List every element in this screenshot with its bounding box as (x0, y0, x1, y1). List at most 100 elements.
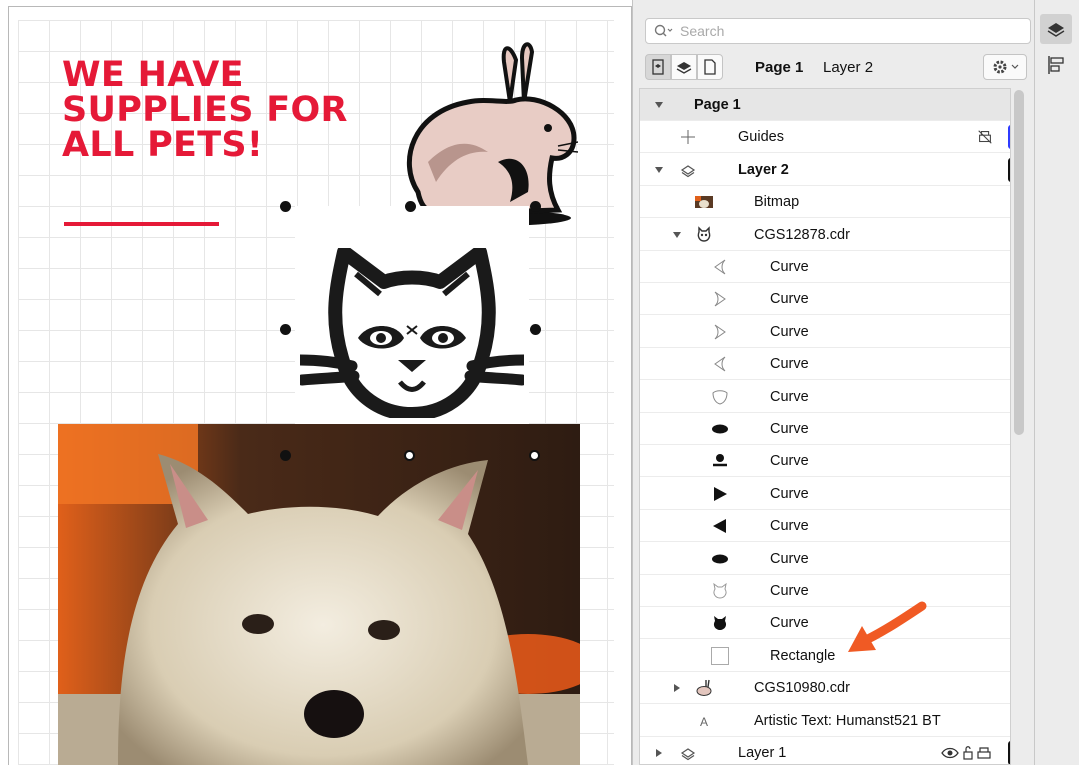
tree-row[interactable]: Curve (640, 543, 1010, 575)
expand-down-icon[interactable] (672, 230, 682, 240)
tree-row[interactable]: Curve (640, 251, 1010, 283)
tree-row[interactable]: Curve (640, 413, 1010, 445)
curve-ellipse-filled-icon (712, 424, 728, 434)
tree-row-label: Curve (770, 551, 809, 567)
selection-handle[interactable] (280, 201, 291, 212)
tree-row[interactable]: Layer 1 (640, 737, 1010, 764)
tree-row-label: Curve (770, 518, 809, 534)
search-placeholder: Search (680, 23, 725, 39)
expand-down-icon[interactable] (654, 165, 664, 175)
layers-icon (676, 62, 692, 74)
headline-line: SUPPLIES FOR (62, 90, 348, 130)
rabbit-clipart[interactable] (398, 42, 578, 228)
tree-row[interactable]: Curve (640, 283, 1010, 315)
page-view-button[interactable] (697, 54, 723, 80)
curve-cat-outline-icon (713, 582, 727, 599)
docker-tab-strip (1034, 0, 1079, 765)
tree-row[interactable]: Curve (640, 348, 1010, 380)
page-layers-icon (652, 59, 664, 75)
docker-options-button[interactable] (983, 54, 1027, 80)
tree-row-label: CGS10980.cdr (754, 680, 850, 696)
align-docker-tab[interactable] (1040, 50, 1072, 80)
layer-color-swatch[interactable] (1008, 158, 1010, 182)
layers-icon (1047, 23, 1065, 37)
search-input[interactable]: Search (645, 18, 1031, 44)
selection-handle[interactable] (280, 450, 291, 461)
tree-row-label: Curve (770, 291, 809, 307)
tree-row-label: Curve (770, 421, 809, 437)
tree-row-label: Rectangle (770, 648, 836, 664)
curve-right-ear-outline-icon (714, 324, 726, 340)
non-printable-icon[interactable] (976, 128, 994, 146)
layer-icon (680, 748, 696, 761)
tree-row[interactable]: Curve (640, 510, 1010, 542)
guides-icon (681, 130, 695, 144)
headline-underline[interactable] (64, 222, 219, 226)
curve-right-ear-outline-icon (714, 291, 726, 307)
page-icon (704, 59, 716, 75)
tree-row[interactable]: CGS12878.cdr (640, 219, 1010, 251)
current-layer-label: Layer 2 (823, 59, 874, 76)
tree-row[interactable]: Curve (640, 478, 1010, 510)
curve-triangle-right-filled-icon (714, 487, 727, 501)
cat-clipart[interactable] (300, 248, 524, 418)
tree-row[interactable]: Page 1 (640, 89, 1010, 121)
expand-right-icon[interactable] (654, 748, 664, 758)
headline-artistic-text[interactable]: WE HAVE SUPPLIES FOR ALL PETS! (62, 58, 392, 163)
tree-row[interactable]: Rectangle (640, 640, 1010, 672)
show-current-page-button[interactable] (645, 54, 671, 80)
object-tree: Page 1 Guides Layer 2 Bitmap CGS12878.cdr Cur… (639, 88, 1011, 765)
dog-bitmap[interactable] (58, 424, 580, 765)
curve-triangle-left-filled-icon (713, 519, 726, 533)
tree-row[interactable]: Curve (640, 381, 1010, 413)
tree-row-label: CGS12878.cdr (754, 227, 850, 243)
tree-row-label: Page 1 (694, 97, 741, 113)
layer-color-swatch[interactable] (1008, 741, 1010, 764)
tree-row[interactable]: Guides (640, 121, 1010, 153)
curve-left-ear-outline-icon (714, 356, 726, 372)
selection-handle[interactable] (405, 201, 416, 212)
tree-row[interactable]: Bitmap (640, 186, 1010, 218)
tree-row[interactable]: Curve (640, 316, 1010, 348)
curve-nose-filled-icon (713, 454, 727, 467)
curve-shield-outline-icon (712, 390, 728, 405)
tree-row-label: Curve (770, 615, 809, 631)
tree-row[interactable]: Curve (640, 445, 1010, 477)
tree-row-label: Curve (770, 389, 809, 405)
selection-handle[interactable] (529, 450, 540, 461)
tree-row-label: Curve (770, 486, 809, 502)
rectangle-outline-icon (711, 647, 729, 665)
tree-row[interactable]: A Artistic Text: Humanst521 BT (640, 705, 1010, 737)
tree-row[interactable]: Layer 2 (640, 154, 1010, 186)
layer-color-swatch[interactable] (1008, 125, 1010, 149)
selection-handle[interactable] (404, 450, 415, 461)
selection-handle[interactable] (280, 324, 291, 335)
tree-row[interactable]: CGS10980.cdr (640, 672, 1010, 704)
selection-handle[interactable] (530, 324, 541, 335)
text-a-icon: A (700, 715, 708, 729)
search-icon (654, 24, 673, 37)
tree-row-label: Artistic Text: Humanst521 BT (754, 713, 941, 729)
current-page-label: Page 1 (755, 59, 804, 76)
tree-row[interactable]: Curve (640, 607, 1010, 639)
curve-ellipse-filled-icon (712, 554, 728, 564)
layer-eye-lock-print-icons[interactable] (940, 743, 1000, 763)
annotation-arrow (848, 601, 927, 652)
drawing-canvas[interactable]: WE HAVE SUPPLIES FOR ALL PETS! (0, 0, 632, 765)
objects-docker-tab[interactable] (1040, 14, 1072, 44)
tree-row[interactable]: Curve (640, 575, 1010, 607)
tree-row-label: Curve (770, 356, 809, 372)
rabbit-group-thumbnail-icon (696, 679, 712, 696)
svg-text:A: A (700, 715, 708, 729)
expand-down-icon[interactable] (654, 100, 664, 110)
tree-row-label: Guides (738, 129, 784, 145)
selection-handle[interactable] (530, 201, 541, 212)
app-window: WE HAVE SUPPLIES FOR ALL PETS! Search Pa… (0, 0, 1079, 765)
expand-right-icon[interactable] (672, 683, 682, 693)
layer-manager-view-button[interactable] (671, 54, 697, 80)
cat-group-thumbnail-icon (697, 226, 711, 242)
tree-scrollbar[interactable] (1014, 90, 1024, 435)
bitmap-thumbnail-icon (695, 196, 713, 208)
tree-row-label: Layer 1 (738, 745, 787, 761)
gear-icon (993, 60, 1019, 74)
